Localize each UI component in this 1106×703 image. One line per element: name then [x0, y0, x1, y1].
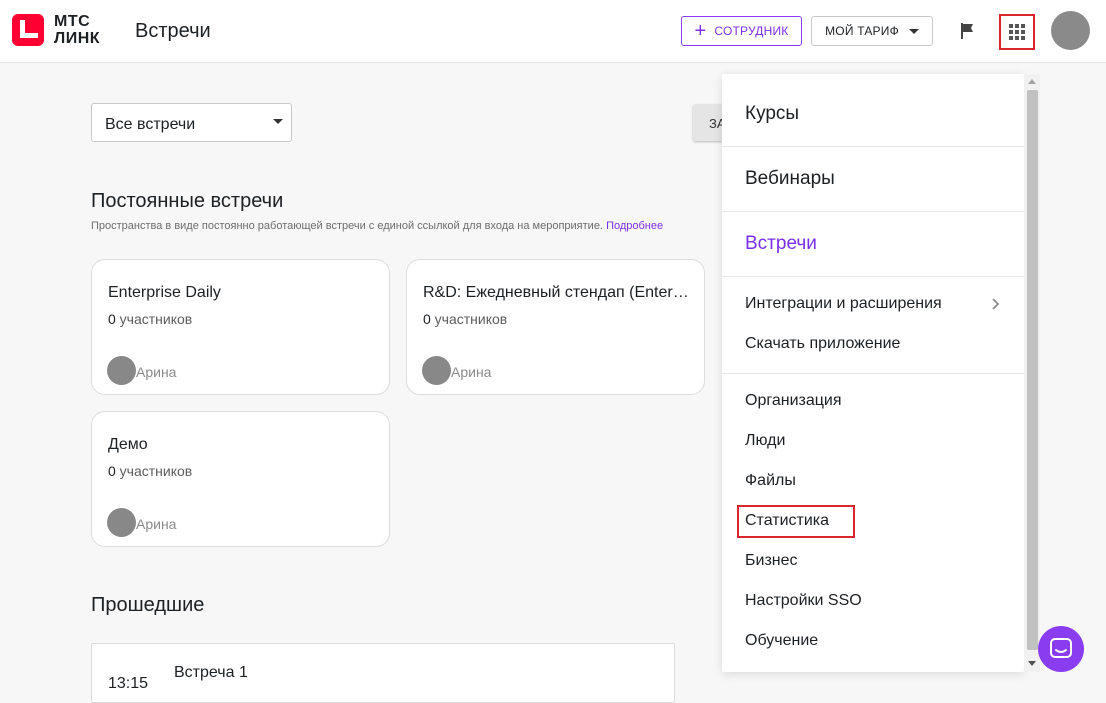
- menu-item-webinars[interactable]: Вебинары: [722, 146, 1024, 211]
- chevron-right-icon: [992, 298, 1000, 310]
- top-bar: МТС ЛИНК Встречи + Сотрудник МОЙ ТАРИФ: [0, 0, 1106, 63]
- menu-divider: [722, 276, 1024, 277]
- owner-name: Арина: [451, 363, 492, 380]
- apps-menu-button[interactable]: [999, 14, 1035, 50]
- caret-down-icon: [273, 119, 283, 124]
- meeting-card-title: Enterprise Daily: [108, 284, 221, 301]
- owner-name: Арина: [136, 363, 177, 380]
- owner-name: Арина: [136, 515, 177, 532]
- menu-item-download-app[interactable]: Скачать приложение: [722, 324, 1024, 364]
- participants-count: 0 участников: [423, 311, 508, 327]
- menu-item-learning[interactable]: Обучение: [722, 621, 1024, 661]
- logo-line-2: ЛИНК: [54, 30, 101, 47]
- more-link[interactable]: Подробнее: [606, 220, 663, 232]
- menu-item-integrations[interactable]: Интеграции и расширения: [722, 284, 1024, 324]
- filter-selected-value: Все встречи: [105, 116, 196, 133]
- menu-item-courses[interactable]: Курсы: [722, 81, 1024, 146]
- flag-icon[interactable]: [960, 22, 978, 40]
- past-meeting-name: Встреча 1: [174, 664, 248, 681]
- meeting-card[interactable]: Демо 0 участников Арина: [91, 411, 390, 547]
- add-employee-button[interactable]: + Сотрудник: [681, 16, 802, 46]
- apps-dropdown-menu: Курсы Вебинары Встречи Интеграции и расш…: [722, 74, 1024, 672]
- chat-icon: [1050, 638, 1072, 658]
- my-tariff-label: МОЙ ТАРИФ: [825, 24, 899, 38]
- meeting-card-title: Демо: [108, 436, 148, 453]
- logo-line-1: МТС: [54, 13, 91, 30]
- scroll-down-arrow-icon[interactable]: [1028, 661, 1036, 666]
- meeting-card[interactable]: Enterprise Daily 0 участников Арина: [91, 259, 390, 395]
- my-tariff-button[interactable]: МОЙ ТАРИФ: [811, 16, 933, 46]
- past-meetings-title: Прошедшие: [91, 594, 205, 616]
- participants-count: 0 участников: [108, 311, 193, 327]
- participants-count: 0 участников: [108, 463, 193, 479]
- owner-avatar: [107, 356, 136, 385]
- menu-item-meetings[interactable]: Встречи: [722, 211, 1024, 276]
- owner-avatar: [422, 356, 451, 385]
- menu-item-business[interactable]: Бизнес: [722, 541, 1024, 581]
- meeting-card-title: R&D: Ежедневный стендап (Enterprise): [423, 284, 690, 301]
- menu-item-integrations-label: Интеграции и расширения: [745, 295, 942, 312]
- menu-item-people[interactable]: Люди: [722, 421, 1024, 461]
- mts-link-logo-icon[interactable]: [12, 14, 44, 46]
- permanent-meetings-title: Постоянные встречи: [91, 190, 284, 212]
- support-chat-button[interactable]: [1038, 626, 1084, 672]
- add-employee-label: Сотрудник: [714, 24, 789, 38]
- page-title: Встречи: [135, 20, 211, 42]
- statistics-highlight-box: [737, 505, 855, 538]
- menu-item-sso-settings[interactable]: Настройки SSO: [722, 581, 1024, 621]
- menu-item-files[interactable]: Файлы: [722, 461, 1024, 501]
- subtitle-text: Пространства в виде постоянно работающей…: [91, 220, 603, 232]
- plus-icon: +: [694, 20, 707, 42]
- logo-text: МТС ЛИНК: [54, 13, 100, 47]
- menu-divider: [722, 373, 1024, 374]
- past-meeting-time: 13:15: [108, 675, 149, 692]
- card-owner: Арина: [107, 508, 176, 537]
- caret-down-icon: [908, 28, 919, 34]
- card-owner: Арина: [422, 356, 491, 385]
- permanent-meetings-subtitle: Пространства в виде постоянно работающей…: [91, 220, 663, 232]
- owner-avatar: [107, 508, 136, 537]
- menu-item-organization[interactable]: Организация: [722, 381, 1024, 421]
- scroll-up-arrow-icon[interactable]: [1028, 79, 1036, 84]
- menu-scrollbar-thumb[interactable]: [1027, 90, 1038, 650]
- meeting-card[interactable]: R&D: Ежедневный стендап (Enterprise) 0 у…: [406, 259, 705, 395]
- user-avatar[interactable]: [1051, 11, 1090, 50]
- past-meeting-row[interactable]: 13:15 Встреча 1: [91, 643, 675, 703]
- card-owner: Арина: [107, 356, 176, 385]
- apps-grid-icon: [1009, 24, 1025, 40]
- meetings-filter-select[interactable]: Все встречи: [91, 103, 292, 142]
